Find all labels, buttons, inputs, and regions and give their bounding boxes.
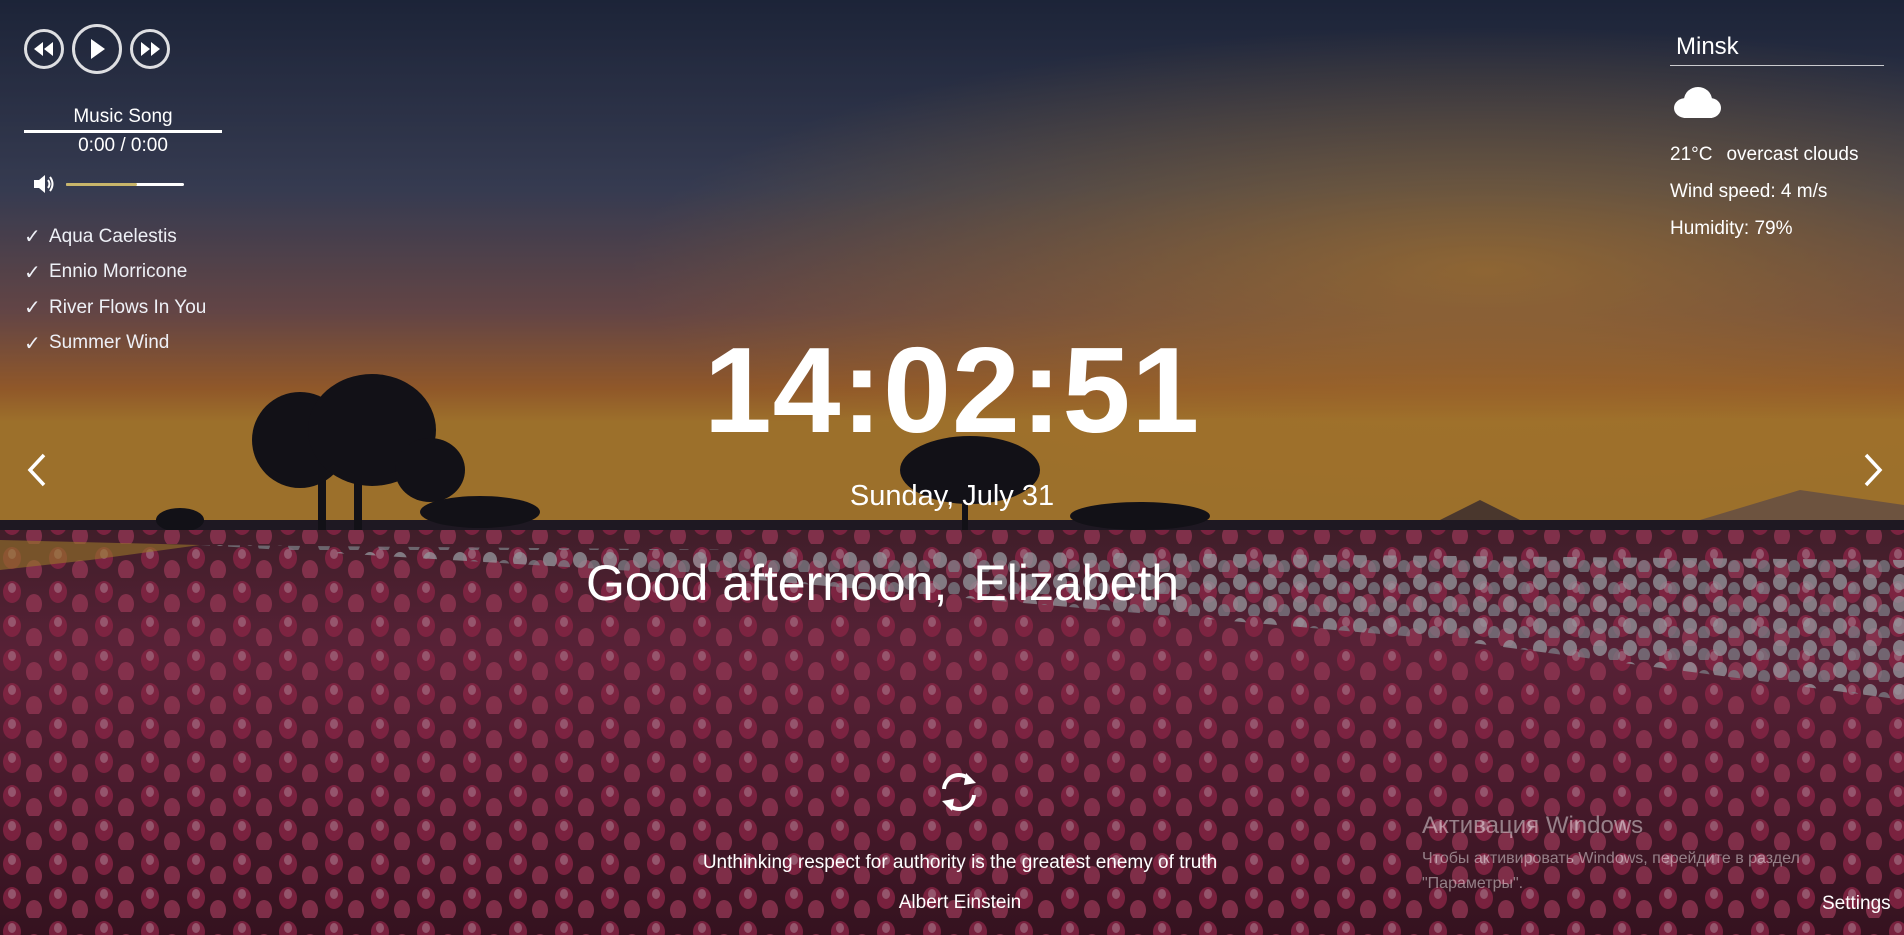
weather-temperature-row: 21°C overcast clouds [1670,144,1884,169]
song-time: 0:00 / 0:00 [78,135,168,156]
weather-description: overcast clouds [1726,144,1859,165]
clock-time: 14:02:51 [703,322,1201,458]
rewind-icon [34,42,53,56]
windows-activation-watermark: Активация Windows Чтобы активировать Win… [1422,812,1862,896]
play-icon [91,39,105,59]
playlist-item[interactable]: ✓ Ennio Morricone [24,255,224,291]
slide-next-button[interactable] [1858,449,1888,491]
player-controls [24,24,224,74]
refresh-icon [942,773,976,811]
greeting: Good afternoon, Elizabeth [586,554,1179,612]
volume-slider[interactable] [66,182,184,186]
settings-button[interactable]: Settings [1822,893,1891,915]
quote-refresh-button[interactable] [936,769,982,815]
chevron-right-icon [1864,453,1883,487]
speaker-icon[interactable] [32,173,56,195]
name-input[interactable]: Elizabeth [973,554,1179,612]
temperature: 21°C [1670,144,1713,165]
chevron-left-icon [27,453,46,487]
audio-player: Music Song 0:00 / 0:00 ✓ Aqua Caelestis … [24,24,224,361]
check-icon: ✓ [24,297,41,320]
fast-forward-button[interactable] [130,29,170,69]
playlist-item-title: Aqua Caelestis [49,225,177,247]
volume-control [32,173,224,195]
greeting-text: Good afternoon, [586,555,948,611]
fast-forward-icon [141,42,160,56]
rewind-button[interactable] [24,29,64,69]
wind-speed: Wind speed: 4 m/s [1670,181,1828,202]
slide-prev-button[interactable] [22,449,52,491]
playlist-item-title: River Flows In You [49,296,207,318]
watermark-subtitle: Чтобы активировать Windows, перейдите в … [1422,850,1800,892]
check-icon: ✓ [24,226,41,249]
playlist-item[interactable]: ✓ Aqua Caelestis [24,219,224,255]
playlist-item-title: Ennio Morricone [49,261,188,283]
watermark-title: Активация Windows [1422,812,1644,839]
volume-slider-fill [66,182,137,186]
song-title: Music Song [24,106,222,133]
cloud-icon [1674,87,1721,118]
humidity: Humidity: 79% [1670,218,1793,239]
weather-widget: 21°C overcast clouds Wind speed: 4 m/s Hu… [1670,28,1884,243]
clock-date: Sunday, July 31 [849,480,1055,512]
city-input[interactable] [1670,28,1884,66]
weather-icon-container [1672,86,1884,126]
play-button[interactable] [72,24,122,74]
check-icon: ✓ [24,261,41,284]
